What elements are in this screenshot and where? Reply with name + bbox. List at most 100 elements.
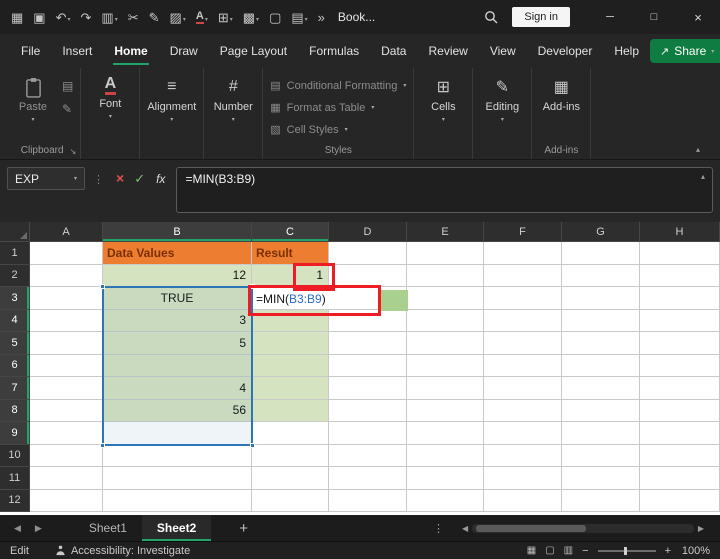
cell-D11[interactable] (329, 467, 407, 490)
cell-G10[interactable] (562, 445, 640, 468)
cell-B1[interactable]: Data Values (103, 242, 252, 265)
cell-G11[interactable] (562, 467, 640, 490)
camera-icon[interactable]: ▢ (264, 8, 286, 27)
accessibility-status[interactable]: Accessibility: Investigate (55, 545, 190, 557)
collapse-ribbon-icon[interactable]: ▴ (696, 145, 700, 154)
cell-H2[interactable] (640, 265, 720, 288)
cell-F9[interactable] (484, 422, 562, 445)
table-icon[interactable]: ▤▾ (286, 8, 312, 27)
cell-E2[interactable] (407, 265, 484, 288)
copy-icon[interactable]: ▤ (62, 79, 73, 93)
cell-H9[interactable] (640, 422, 720, 445)
number-button[interactable]: # Number ▾ (211, 76, 255, 123)
row-header-6[interactable]: 6 (0, 355, 30, 378)
cut-icon[interactable]: ✂ (123, 8, 144, 27)
column-header-C[interactable]: C (252, 222, 329, 242)
merge-center-icon[interactable]: ▩▾ (238, 8, 264, 27)
horizontal-scrollbar[interactable]: ◀ ▶ (458, 524, 708, 533)
cell-E9[interactable] (407, 422, 484, 445)
cell-A8[interactable] (30, 400, 103, 423)
cell-C12[interactable] (252, 490, 329, 513)
cell-B10[interactable] (103, 445, 252, 468)
cell-H1[interactable] (640, 242, 720, 265)
cell-F2[interactable] (484, 265, 562, 288)
menu-tab-formulas[interactable]: Formulas (298, 34, 370, 68)
normal-view-icon[interactable]: ▦ (527, 545, 536, 556)
cell-G12[interactable] (562, 490, 640, 513)
cell-B2[interactable]: 12 (103, 265, 252, 288)
scrollbar-thumb[interactable] (476, 525, 586, 532)
cell-F5[interactable] (484, 332, 562, 355)
range-handle[interactable] (100, 443, 105, 448)
zoom-slider[interactable] (598, 550, 656, 552)
cell-H6[interactable] (640, 355, 720, 378)
row-header-10[interactable]: 10 (0, 445, 30, 468)
name-box[interactable]: EXP ▾ (7, 167, 85, 190)
menu-tab-view[interactable]: View (479, 34, 527, 68)
row-header-2[interactable]: 2 (0, 265, 30, 288)
cell-D10[interactable] (329, 445, 407, 468)
cell-H12[interactable] (640, 490, 720, 513)
cell-D8[interactable] (329, 400, 407, 423)
editing-button[interactable]: ✎ Editing ▾ (480, 76, 524, 123)
clipboard-dialog-launcher-icon[interactable]: ↘ (70, 147, 77, 156)
cell-C6[interactable] (252, 355, 329, 378)
formula-bar-separator[interactable]: ⋮ (93, 173, 104, 186)
column-header-A[interactable]: A (30, 222, 103, 242)
cell-F10[interactable] (484, 445, 562, 468)
menu-tab-data[interactable]: Data (370, 34, 417, 68)
cell-F11[interactable] (484, 467, 562, 490)
menu-tab-home[interactable]: Home (103, 34, 158, 68)
cell-D9[interactable] (329, 422, 407, 445)
cell-H10[interactable] (640, 445, 720, 468)
minimize-icon[interactable]: ─ (588, 0, 632, 34)
paste-button[interactable]: Paste ▾ (11, 76, 55, 123)
column-header-G[interactable]: G (562, 222, 640, 242)
cell-A9[interactable] (30, 422, 103, 445)
row-header-5[interactable]: 5 (0, 332, 30, 355)
cell-E8[interactable] (407, 400, 484, 423)
sheet-options-icon[interactable]: ⋮ (433, 522, 444, 535)
sheet-tab-sheet1[interactable]: Sheet1 (74, 515, 142, 541)
format-as-table-button[interactable]: ▦ Format as Table ▾ (270, 101, 406, 114)
cell-D2[interactable] (329, 265, 407, 288)
range-handle[interactable] (250, 443, 255, 448)
row-header-12[interactable]: 12 (0, 490, 30, 513)
column-header-B[interactable]: B (103, 222, 252, 242)
collapse-formula-bar-icon[interactable]: ▴ (701, 172, 705, 181)
addins-button[interactable]: ▦ Add-ins (539, 76, 583, 113)
cell-D12[interactable] (329, 490, 407, 513)
cell-E3[interactable] (407, 287, 484, 310)
cell-A12[interactable] (30, 490, 103, 513)
cancel-icon[interactable]: × (116, 170, 124, 186)
cell-F7[interactable] (484, 377, 562, 400)
row-header-3[interactable]: 3 (0, 287, 30, 310)
menu-tab-draw[interactable]: Draw (159, 34, 209, 68)
cell-B12[interactable] (103, 490, 252, 513)
save-icon[interactable]: ▣ (28, 8, 50, 27)
cell-D1[interactable] (329, 242, 407, 265)
font-color-icon[interactable]: A▾ (191, 8, 213, 27)
page-break-view-icon[interactable]: ▥ (564, 545, 573, 556)
cell-C10[interactable] (252, 445, 329, 468)
scrollbar-track[interactable] (472, 524, 694, 533)
cell-H7[interactable] (640, 377, 720, 400)
cell-D5[interactable] (329, 332, 407, 355)
cell-A6[interactable] (30, 355, 103, 378)
cell-C8[interactable] (252, 400, 329, 423)
share-button[interactable]: ↗ Share ▾ (650, 39, 720, 63)
format-painter-icon[interactable]: ✎ (144, 8, 165, 27)
cell-A5[interactable] (30, 332, 103, 355)
cell-E4[interactable] (407, 310, 484, 333)
cell-F3[interactable] (484, 287, 562, 310)
cell-A4[interactable] (30, 310, 103, 333)
cell-G4[interactable] (562, 310, 640, 333)
close-icon[interactable]: × (676, 0, 720, 34)
cell-A1[interactable] (30, 242, 103, 265)
cell-styles-button[interactable]: ▧ Cell Styles ▾ (270, 123, 406, 136)
cell-A2[interactable] (30, 265, 103, 288)
column-header-H[interactable]: H (640, 222, 720, 242)
range-handle[interactable] (100, 284, 105, 289)
cell-C1[interactable]: Result (252, 242, 329, 265)
zoom-in-icon[interactable]: + (665, 545, 671, 557)
